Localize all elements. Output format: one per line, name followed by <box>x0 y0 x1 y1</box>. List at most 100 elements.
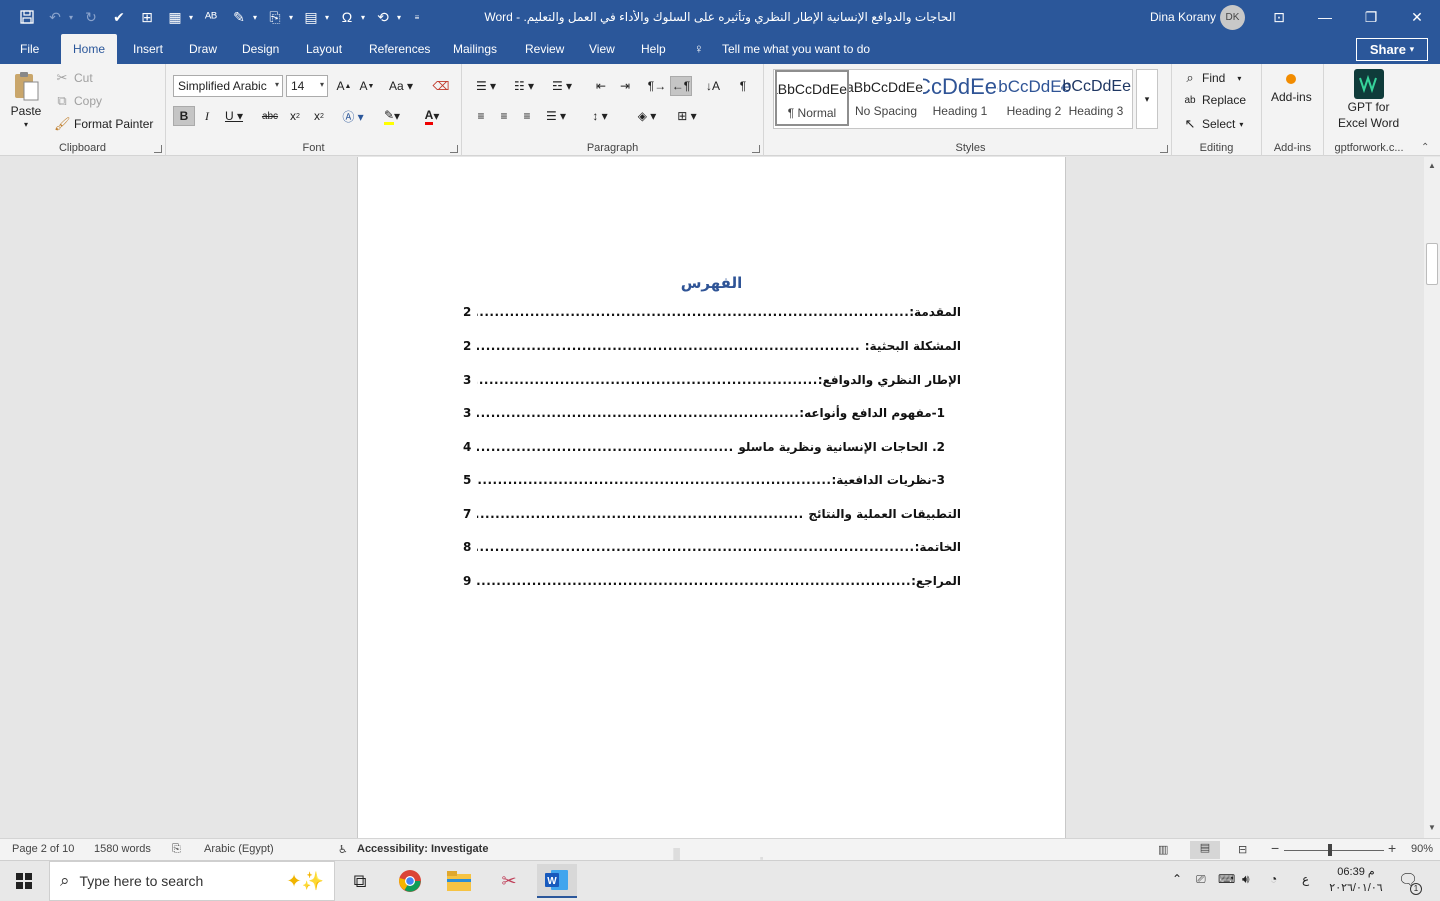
toc-entry[interactable]: 3-نظريات الدافعية:......................… <box>463 473 961 493</box>
strikethrough-button[interactable]: abc <box>259 106 281 126</box>
toc-entry[interactable]: المشكلة البحثية: .......................… <box>463 339 961 359</box>
toc-entry[interactable]: 1-مفهوم الدافع وأنواعه:.................… <box>463 406 961 426</box>
increase-indent-icon[interactable]: ⇥ <box>614 76 636 96</box>
tell-me-search[interactable]: Tell me what you want to do <box>722 34 870 64</box>
subscript-button[interactable]: x2 <box>284 106 306 126</box>
tab-review[interactable]: Review <box>513 34 576 64</box>
italic-button[interactable]: I <box>196 106 218 126</box>
highlight-color-icon[interactable]: ✎ ▾ <box>376 106 408 126</box>
font-color-icon[interactable]: A ▾ <box>416 106 448 126</box>
tab-references[interactable]: References <box>357 34 442 64</box>
undo-dropdown-icon[interactable]: ▾ <box>66 4 76 30</box>
shading-icon[interactable]: ◈ ▾ <box>630 106 664 126</box>
align-left-icon[interactable]: ≡ <box>470 106 492 126</box>
volume-icon[interactable]: 🔊︎ <box>1242 872 1250 887</box>
toc-entry[interactable]: 2. الحاجات الإنسانية ونظرية ماسلو ......… <box>463 440 961 460</box>
vertical-scrollbar[interactable]: ▲ ▼ <box>1424 157 1440 838</box>
draw-dropdown-icon[interactable]: ▾ <box>394 4 404 30</box>
new-page-icon[interactable]: ⊞ <box>134 4 160 30</box>
symbol-icon[interactable]: Ω <box>334 4 360 30</box>
align-center-icon[interactable]: ≡ <box>493 106 515 126</box>
edit-dropdown-icon[interactable]: ▾ <box>250 4 260 30</box>
tab-home[interactable]: Home <box>61 34 118 64</box>
taskbar-search[interactable]: ⌕ Type here to search ✦✨ <box>49 861 335 901</box>
clear-formatting-icon[interactable]: ⌫ <box>430 76 452 96</box>
chrome-icon[interactable] <box>390 867 430 895</box>
font-size-combo[interactable]: 14 ▾ <box>286 75 328 97</box>
draw-icon[interactable]: ⟲ <box>370 4 396 30</box>
ribbon-display-options-icon[interactable]: ⊡ <box>1256 0 1302 34</box>
read-mode-icon[interactable]: ▥ <box>1158 843 1168 856</box>
scroll-down-icon[interactable]: ▼ <box>1427 823 1437 835</box>
line-spacing-icon[interactable]: ↕ ▾ <box>584 106 616 126</box>
tab-help[interactable]: Help <box>629 34 678 64</box>
proofing-icon[interactable]: ⎘ <box>172 843 181 856</box>
multilevel-list-icon[interactable]: ☲ ▾ <box>546 76 578 96</box>
styles-launcher-icon[interactable] <box>1160 145 1168 153</box>
tab-file[interactable]: File <box>8 34 51 64</box>
shrink-font-icon[interactable]: A ▼ <box>356 76 378 96</box>
language-indicator[interactable]: Arabic (Egypt) <box>204 843 274 855</box>
toc-entry[interactable]: المراجع:................................… <box>463 574 961 594</box>
styles-more-icon[interactable]: ▾ <box>1136 69 1158 129</box>
tab-design[interactable]: Design <box>230 34 291 64</box>
redo-icon[interactable]: ↻ <box>78 4 104 30</box>
document-dropdown-icon[interactable]: ▾ <box>322 4 332 30</box>
file-explorer-icon[interactable] <box>439 867 479 895</box>
align-right-icon[interactable]: ≡ <box>516 106 538 126</box>
web-layout-icon[interactable]: ⊟ <box>1238 843 1247 856</box>
clock[interactable]: 06:39 م ٢٠٢٦/٠١/٠٦ <box>1326 864 1386 896</box>
add-ins-button[interactable]: Add-ins <box>1271 74 1312 104</box>
user-name[interactable]: Dina Korany <box>1150 10 1216 24</box>
scroll-thumb[interactable] <box>1426 243 1438 285</box>
superscript-button[interactable]: x2 <box>308 106 330 126</box>
clipboard-icon[interactable]: ⎘ <box>262 4 288 30</box>
text-effects-icon[interactable]: Ⓐ ▾ <box>338 106 368 126</box>
text-direction-icon[interactable]: ᴬᴮ <box>198 4 224 30</box>
undo-icon[interactable]: ↶ <box>42 4 68 30</box>
tab-mailings[interactable]: Mailings <box>441 34 509 64</box>
keyboard-icon[interactable]: ⌨ <box>1218 872 1235 886</box>
customize-qat-icon[interactable]: ≡ <box>412 4 422 30</box>
gpt-for-excel-word-button[interactable]: GPT for Excel Word <box>1338 69 1399 131</box>
zoom-slider-thumb[interactable] <box>1328 844 1332 856</box>
bullets-icon[interactable]: ☰ ▾ <box>470 76 502 96</box>
style-heading-2[interactable]: AaBbCcDdEe Heading 2 <box>997 70 1071 126</box>
clipboard-dropdown-icon[interactable]: ▾ <box>286 4 296 30</box>
cut-button[interactable]: ✂ Cut <box>54 70 93 86</box>
windows-start-icon[interactable] <box>4 867 44 895</box>
tab-draw[interactable]: Draw <box>177 34 229 64</box>
font-name-combo[interactable]: Simplified Arabic ▾ <box>173 75 283 97</box>
underline-button[interactable]: U ▾ <box>220 106 248 126</box>
zoom-slider[interactable] <box>1284 850 1384 851</box>
tab-view[interactable]: View <box>577 34 627 64</box>
wifi-icon[interactable]: ◔ <box>1270 872 1277 886</box>
print-layout-icon[interactable]: ▤ <box>1190 841 1220 859</box>
document-page[interactable]: الفهرس المقدمة:.........................… <box>357 157 1066 838</box>
page-indicator[interactable]: Page 2 of 10 <box>12 843 74 855</box>
restore-icon[interactable]: ❐ <box>1348 0 1394 34</box>
save-icon[interactable] <box>14 4 40 30</box>
table-dropdown-icon[interactable]: ▾ <box>186 4 196 30</box>
justify-icon[interactable]: ☰ ▾ <box>540 106 572 126</box>
zoom-level[interactable]: 90% <box>1411 843 1433 855</box>
copy-button[interactable]: ⧉ Copy <box>54 93 102 109</box>
zoom-in-icon[interactable]: + <box>1388 840 1396 856</box>
clipboard-launcher-icon[interactable] <box>154 145 162 153</box>
change-case-icon[interactable]: Aa ▾ <box>386 76 416 96</box>
document-icon[interactable]: ▤ <box>298 4 324 30</box>
show-formatting-marks-icon[interactable]: ¶ <box>732 76 754 96</box>
input-language[interactable]: ع <box>1302 872 1309 886</box>
snipping-tool-icon[interactable]: ✂ <box>489 867 529 895</box>
bold-button[interactable]: B <box>173 106 195 126</box>
collapse-ribbon-icon[interactable]: ⌃ <box>1421 142 1429 153</box>
table-icon[interactable]: ▦ <box>162 4 188 30</box>
zoom-out-icon[interactable]: − <box>1271 840 1279 856</box>
show-hidden-icons-icon[interactable]: ⌃ <box>1172 872 1182 886</box>
style-normal[interactable]: AaBbCcDdEe ¶ Normal <box>775 70 849 126</box>
word-count[interactable]: 1580 words <box>94 843 151 855</box>
tab-layout[interactable]: Layout <box>294 34 354 64</box>
scroll-up-icon[interactable]: ▲ <box>1427 161 1437 173</box>
style-heading-1[interactable]: AaBbCcDdEe Heading 1 <box>923 70 997 126</box>
style-heading-3[interactable]: AaBbCcDdEe Heading 3 <box>1061 70 1131 126</box>
